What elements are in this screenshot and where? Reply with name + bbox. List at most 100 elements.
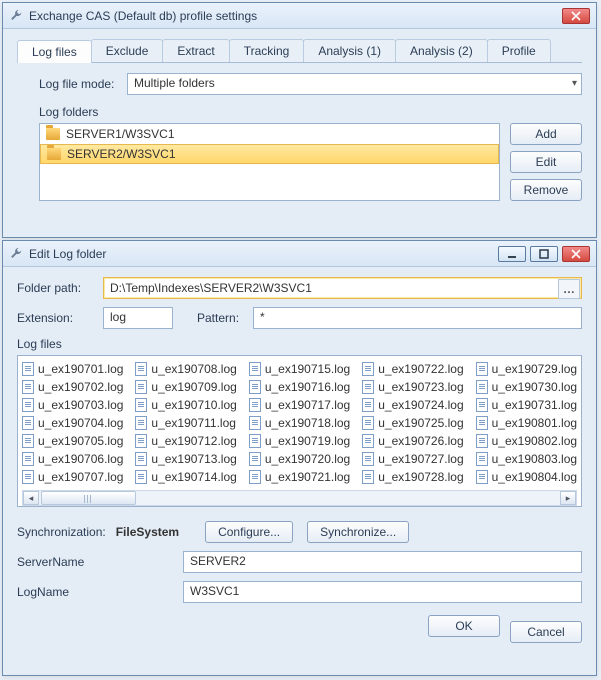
- file-item[interactable]: u_ex190729.log: [476, 360, 577, 378]
- tab-tracking[interactable]: Tracking: [229, 39, 305, 62]
- file-item[interactable]: u_ex190705.log: [22, 432, 123, 450]
- tab-analysis-2[interactable]: Analysis (2): [395, 39, 488, 62]
- tabs: Log files Exclude Extract Tracking Analy…: [17, 39, 582, 63]
- file-item[interactable]: u_ex190725.log: [362, 414, 463, 432]
- file-item[interactable]: u_ex190731.log: [476, 396, 577, 414]
- file-item[interactable]: u_ex190720.log: [249, 450, 350, 468]
- file-item[interactable]: u_ex190708.log: [135, 360, 236, 378]
- pattern-label: Pattern:: [197, 311, 247, 325]
- file-item[interactable]: u_ex190718.log: [249, 414, 350, 432]
- file-icon: [476, 452, 488, 466]
- close-button[interactable]: [562, 8, 590, 24]
- remove-button[interactable]: Remove: [510, 179, 582, 201]
- horizontal-scrollbar[interactable]: ◂ ▸: [22, 490, 577, 506]
- pattern-value: *: [260, 310, 265, 324]
- add-button[interactable]: Add: [510, 123, 582, 145]
- titlebar[interactable]: Edit Log folder: [3, 241, 596, 267]
- file-item[interactable]: u_ex190710.log: [135, 396, 236, 414]
- file-name: u_ex190708.log: [151, 362, 236, 376]
- log-file-mode-select[interactable]: Multiple folders ▾: [127, 73, 582, 95]
- file-item[interactable]: u_ex190715.log: [249, 360, 350, 378]
- log-name-input[interactable]: W3SVC1: [183, 581, 582, 603]
- file-item[interactable]: u_ex190704.log: [22, 414, 123, 432]
- cancel-button[interactable]: Cancel: [510, 621, 582, 643]
- browse-button[interactable]: …: [558, 279, 580, 299]
- edit-button[interactable]: Edit: [510, 151, 582, 173]
- list-item[interactable]: SERVER2/W3SVC1: [40, 144, 499, 164]
- file-icon: [22, 398, 34, 412]
- file-icon: [135, 452, 147, 466]
- scroll-left-button[interactable]: ◂: [23, 491, 39, 505]
- file-item[interactable]: u_ex190804.log: [476, 468, 577, 486]
- file-name: u_ex190730.log: [492, 380, 577, 394]
- file-name: u_ex190722.log: [378, 362, 463, 376]
- ok-button[interactable]: OK: [428, 615, 500, 637]
- file-name: u_ex190716.log: [265, 380, 350, 394]
- tab-profile[interactable]: Profile: [487, 39, 551, 62]
- file-item[interactable]: u_ex190716.log: [249, 378, 350, 396]
- file-icon: [362, 434, 374, 448]
- file-item[interactable]: u_ex190713.log: [135, 450, 236, 468]
- file-item[interactable]: u_ex190701.log: [22, 360, 123, 378]
- file-item[interactable]: u_ex190706.log: [22, 450, 123, 468]
- file-name: u_ex190713.log: [151, 452, 236, 466]
- file-item[interactable]: u_ex190802.log: [476, 432, 577, 450]
- list-item[interactable]: SERVER1/W3SVC1: [40, 124, 499, 144]
- file-item[interactable]: u_ex190722.log: [362, 360, 463, 378]
- file-item[interactable]: u_ex190724.log: [362, 396, 463, 414]
- files-list[interactable]: u_ex190701.logu_ex190702.log u_ex190703.l…: [17, 355, 582, 507]
- log-file-mode-value: Multiple folders: [134, 76, 215, 90]
- window-title: Exchange CAS (Default db) profile settin…: [29, 9, 562, 23]
- file-name: u_ex190719.log: [265, 434, 350, 448]
- file-item[interactable]: u_ex190730.log: [476, 378, 577, 396]
- file-name: u_ex190727.log: [378, 452, 463, 466]
- tab-log-files[interactable]: Log files: [17, 40, 92, 63]
- file-item[interactable]: u_ex190707.log: [22, 468, 123, 486]
- file-item[interactable]: u_ex190726.log: [362, 432, 463, 450]
- file-item[interactable]: u_ex190801.log: [476, 414, 577, 432]
- file-item[interactable]: u_ex190709.log: [135, 378, 236, 396]
- file-item[interactable]: u_ex190719.log: [249, 432, 350, 450]
- synchronize-button[interactable]: Synchronize...: [307, 521, 409, 543]
- file-item[interactable]: u_ex190717.log: [249, 396, 350, 414]
- file-item[interactable]: u_ex190714.log: [135, 468, 236, 486]
- file-name: u_ex190720.log: [265, 452, 350, 466]
- server-name-input[interactable]: SERVER2: [183, 551, 582, 573]
- file-item[interactable]: u_ex190721.log: [249, 468, 350, 486]
- wrench-icon: [9, 9, 23, 23]
- log-name-value: W3SVC1: [190, 584, 239, 598]
- file-item[interactable]: u_ex190712.log: [135, 432, 236, 450]
- folder-path-value: D:\Temp\Indexes\SERVER2\W3SVC1: [110, 281, 558, 295]
- tab-extract[interactable]: Extract: [162, 39, 229, 62]
- file-name: u_ex190706.log: [38, 452, 123, 466]
- folder-path-input[interactable]: D:\Temp\Indexes\SERVER2\W3SVC1 …: [103, 277, 582, 299]
- scroll-right-button[interactable]: ▸: [560, 491, 576, 505]
- maximize-button[interactable]: [530, 246, 558, 262]
- file-item[interactable]: u_ex190711.log: [135, 414, 236, 432]
- file-icon: [22, 434, 34, 448]
- file-item[interactable]: u_ex190727.log: [362, 450, 463, 468]
- file-item[interactable]: u_ex190702.log: [22, 378, 123, 396]
- minimize-button[interactable]: [498, 246, 526, 262]
- log-folders-list[interactable]: SERVER1/W3SVC1 SERVER2/W3SVC1: [39, 123, 500, 201]
- file-item[interactable]: u_ex190703.log: [22, 396, 123, 414]
- file-icon: [362, 416, 374, 430]
- file-icon: [476, 434, 488, 448]
- tab-exclude[interactable]: Exclude: [91, 39, 164, 62]
- file-item[interactable]: u_ex190723.log: [362, 378, 463, 396]
- close-button[interactable]: [562, 246, 590, 262]
- scrollbar-thumb[interactable]: [41, 491, 136, 505]
- file-item[interactable]: u_ex190803.log: [476, 450, 577, 468]
- tab-analysis-1[interactable]: Analysis (1): [303, 39, 396, 62]
- extension-input[interactable]: log: [103, 307, 173, 329]
- configure-button[interactable]: Configure...: [205, 521, 293, 543]
- file-name: u_ex190704.log: [38, 416, 123, 430]
- pattern-input[interactable]: *: [253, 307, 582, 329]
- file-icon: [476, 416, 488, 430]
- file-name: u_ex190703.log: [38, 398, 123, 412]
- extension-label: Extension:: [17, 311, 97, 325]
- file-icon: [249, 398, 261, 412]
- file-item[interactable]: u_ex190728.log: [362, 468, 463, 486]
- titlebar[interactable]: Exchange CAS (Default db) profile settin…: [3, 3, 596, 29]
- file-icon: [362, 362, 374, 376]
